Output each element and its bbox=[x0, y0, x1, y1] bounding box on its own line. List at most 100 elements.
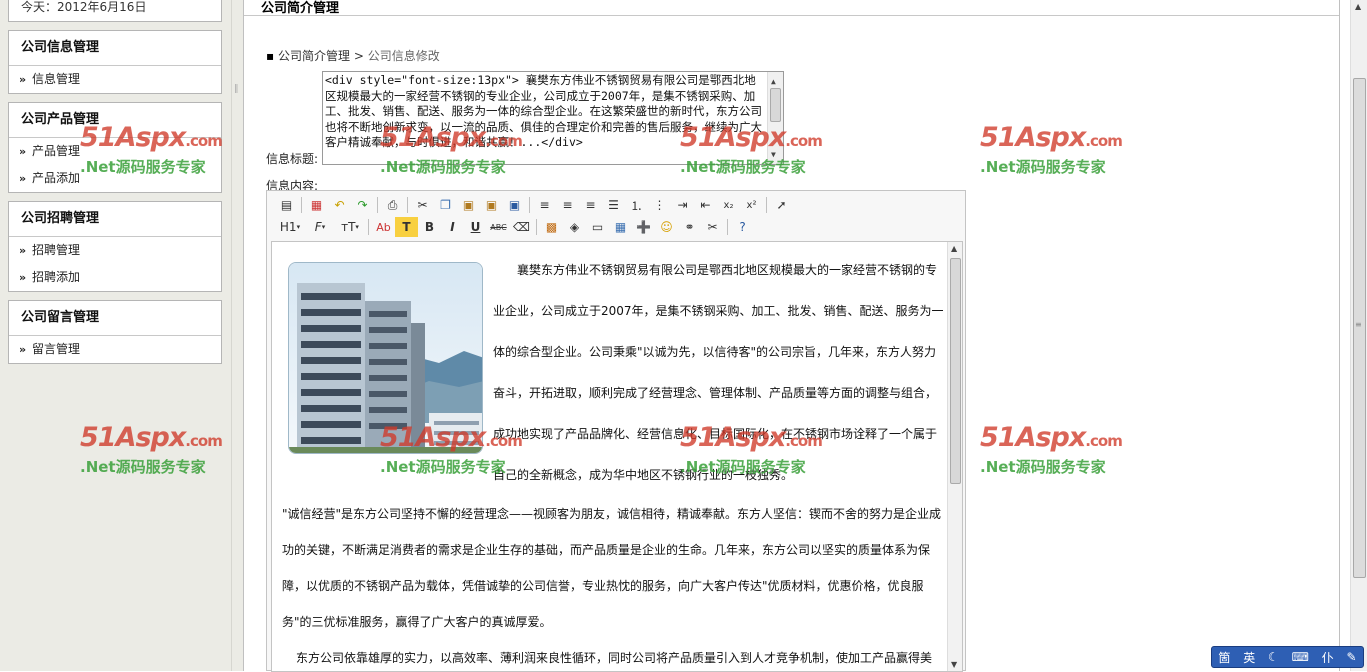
align-left-icon[interactable]: ≡ bbox=[533, 195, 556, 215]
table-icon[interactable]: ▦ bbox=[609, 217, 632, 237]
toolbar-row-1: ▤ ▦ ↶ ↷ ⎙ ✂ ❐ ▣ ▣ ▣ ≡ ≡ ≡ ☰ ⒈ ⋮ ⇥ ⇤ x₂ x… bbox=[275, 194, 793, 216]
toolbar-separator bbox=[377, 197, 378, 213]
sidebar-item-label: 产品添加 bbox=[31, 171, 80, 185]
print-icon[interactable]: ⎙ bbox=[381, 195, 404, 215]
scroll-up-icon[interactable]: ▲ bbox=[951, 244, 957, 253]
font-family-dropdown[interactable]: F ▾ bbox=[305, 217, 335, 237]
media-icon[interactable]: ▭ bbox=[586, 217, 609, 237]
bold-icon[interactable]: B bbox=[418, 217, 441, 237]
editor-content-area[interactable]: 襄樊东方伟业不锈钢贸易有限公司是鄂西北地区规模最大的一家经营不锈钢的专业企业，公… bbox=[271, 241, 963, 672]
scroll-up-icon[interactable]: ▲ bbox=[1355, 2, 1361, 11]
unlink-icon[interactable]: ✂ bbox=[701, 217, 724, 237]
breadcrumb-root[interactable]: 公司简介管理 bbox=[278, 49, 350, 63]
cut-icon[interactable]: ✂ bbox=[411, 195, 434, 215]
heading-dropdown[interactable]: H1 ▾ bbox=[275, 217, 305, 237]
align-justify-icon[interactable]: ☰ bbox=[602, 195, 625, 215]
ime-settings-icon[interactable]: ✎ bbox=[1347, 650, 1357, 664]
font-color-icon[interactable]: Ab bbox=[372, 217, 395, 237]
scroll-down-icon[interactable]: ▼ bbox=[951, 660, 957, 669]
sidebar-item-recruit-manage[interactable]: » 招聘管理 bbox=[9, 237, 221, 264]
paste-icon[interactable]: ▣ bbox=[457, 195, 480, 215]
breadcrumb-current: 公司信息修改 bbox=[367, 49, 440, 63]
ime-keyboard-icon[interactable]: ⌨ bbox=[1292, 650, 1309, 664]
double-chevron-icon: » bbox=[19, 244, 27, 257]
ordered-list-icon[interactable]: ⒈ bbox=[625, 195, 648, 215]
grip-icon: ≡ bbox=[1355, 320, 1362, 329]
ime-halfwidth-icon[interactable]: ☾ bbox=[1268, 650, 1279, 664]
toolbar-separator bbox=[407, 197, 408, 213]
editor-document: 襄樊东方伟业不锈钢贸易有限公司是鄂西北地区规模最大的一家经营不锈钢的专业企业，公… bbox=[282, 250, 946, 671]
ime-language-toggle[interactable]: 英 bbox=[1243, 649, 1255, 666]
page-scrollbar[interactable]: ▲ ≡ bbox=[1350, 0, 1367, 671]
align-right-icon[interactable]: ≡ bbox=[579, 195, 602, 215]
image-icon[interactable]: ▩ bbox=[540, 217, 563, 237]
toolbar-separator bbox=[727, 219, 728, 235]
font-label: F bbox=[314, 220, 322, 234]
sidebar-item-message-manage[interactable]: » 留言管理 bbox=[9, 336, 221, 363]
frame-splitter[interactable]: ‖ bbox=[231, 0, 243, 671]
ime-mode-icon[interactable]: 箇 bbox=[1218, 649, 1230, 666]
double-chevron-icon: » bbox=[19, 73, 27, 86]
template-icon[interactable]: ▦ bbox=[305, 195, 328, 215]
align-center-icon[interactable]: ≡ bbox=[556, 195, 579, 215]
page-title: 公司简介管理 bbox=[244, 2, 1339, 16]
copy-icon[interactable]: ❐ bbox=[434, 195, 457, 215]
toolbar-row-2: H1 ▾ F ▾ тT ▾ Ab T B I U ABC ⌫ ▩ ◈ ▭ ▦ ➕ ☺ … bbox=[275, 216, 754, 238]
menu-group-title: 公司产品管理 bbox=[9, 103, 221, 138]
menu-group-title: 公司信息管理 bbox=[9, 31, 221, 66]
menu-group-product: 公司产品管理 » 产品管理 » 产品添加 bbox=[8, 102, 222, 193]
eraser-icon[interactable]: ⌫ bbox=[510, 217, 533, 237]
emoticon-icon[interactable]: ☺ bbox=[655, 217, 678, 237]
subscript-icon[interactable]: x₂ bbox=[717, 195, 740, 215]
toolbar-separator bbox=[536, 219, 537, 235]
sidebar-item-info-manage[interactable]: » 信息管理 bbox=[9, 66, 221, 93]
undo-icon[interactable]: ↶ bbox=[328, 195, 351, 215]
link-icon[interactable]: ⚭ bbox=[678, 217, 701, 237]
help-icon[interactable]: ? bbox=[731, 217, 754, 237]
hr-icon[interactable]: ➕ bbox=[632, 217, 655, 237]
double-chevron-icon: » bbox=[19, 343, 27, 356]
rich-text-editor: ▤ ▦ ↶ ↷ ⎙ ✂ ❐ ▣ ▣ ▣ ≡ ≡ ≡ ☰ ⒈ ⋮ ⇥ ⇤ x₂ x… bbox=[266, 190, 966, 672]
sidebar-item-recruit-add[interactable]: » 招聘添加 bbox=[9, 264, 221, 291]
select-pointer-icon[interactable]: ➚ bbox=[770, 195, 793, 215]
scroll-thumb[interactable] bbox=[770, 88, 781, 122]
font-size-dropdown[interactable]: тT ▾ bbox=[335, 217, 365, 237]
toolbar-separator bbox=[766, 197, 767, 213]
sidebar-item-label: 信息管理 bbox=[31, 72, 80, 86]
scroll-thumb[interactable] bbox=[950, 258, 961, 484]
editor-paragraph: 东方公司依靠雄厚的实力，以高效率、薄利润来良性循环，同时公司将产品质量引入到人才… bbox=[296, 651, 933, 665]
sidebar-item-product-manage[interactable]: » 产品管理 bbox=[9, 138, 221, 165]
scroll-down-icon[interactable]: ▼ bbox=[771, 147, 776, 163]
superscript-icon[interactable]: x² bbox=[740, 195, 763, 215]
date-display: 今天：2012年6月16日 bbox=[8, 0, 222, 22]
italic-icon[interactable]: I bbox=[441, 217, 464, 237]
grip-icon: ‖ bbox=[234, 84, 239, 94]
ime-punct-icon[interactable]: 仆 bbox=[1322, 649, 1334, 666]
sidebar-item-product-add[interactable]: » 产品添加 bbox=[9, 165, 221, 192]
underline-icon[interactable]: U bbox=[464, 217, 487, 237]
indent-icon[interactable]: ⇥ bbox=[671, 195, 694, 215]
highlight-icon[interactable]: T bbox=[395, 217, 418, 237]
outdent-icon[interactable]: ⇤ bbox=[694, 195, 717, 215]
menu-group-info: 公司信息管理 » 信息管理 bbox=[8, 30, 222, 94]
editor-scrollbar[interactable]: ▲ ▼ bbox=[947, 242, 962, 671]
breadcrumb: ▪ 公司简介管理 > 公司信息修改 bbox=[266, 47, 440, 64]
paste-word-icon[interactable]: ▣ bbox=[503, 195, 526, 215]
source-icon[interactable]: ▤ bbox=[275, 195, 298, 215]
ime-toolbar[interactable]: 箇 英 ☾ ⌨ 仆 ✎ bbox=[1211, 646, 1364, 668]
title-textarea[interactable]: <div style="font-size:13px"> 襄樊东方伟业不锈钢贸易… bbox=[322, 71, 784, 165]
chevron-down-icon: ▾ bbox=[296, 223, 301, 231]
chevron-down-icon: ▾ bbox=[355, 223, 359, 231]
paste-text-icon[interactable]: ▣ bbox=[480, 195, 503, 215]
toolbar-separator bbox=[368, 219, 369, 235]
double-chevron-icon: » bbox=[19, 271, 27, 284]
title-label: 信息标题: bbox=[266, 152, 319, 166]
redo-icon[interactable]: ↷ bbox=[351, 195, 374, 215]
unordered-list-icon[interactable]: ⋮ bbox=[648, 195, 671, 215]
breadcrumb-separator: > bbox=[353, 49, 364, 63]
menu-group-message: 公司留言管理 » 留言管理 bbox=[8, 300, 222, 364]
flash-icon[interactable]: ◈ bbox=[563, 217, 586, 237]
strikethrough-icon[interactable]: ABC bbox=[487, 217, 510, 237]
textarea-scrollbar[interactable]: ▲ ▼ bbox=[767, 72, 783, 164]
main-content: 公司简介管理 ▪ 公司简介管理 > 公司信息修改 信息标题: <div styl… bbox=[243, 0, 1340, 672]
